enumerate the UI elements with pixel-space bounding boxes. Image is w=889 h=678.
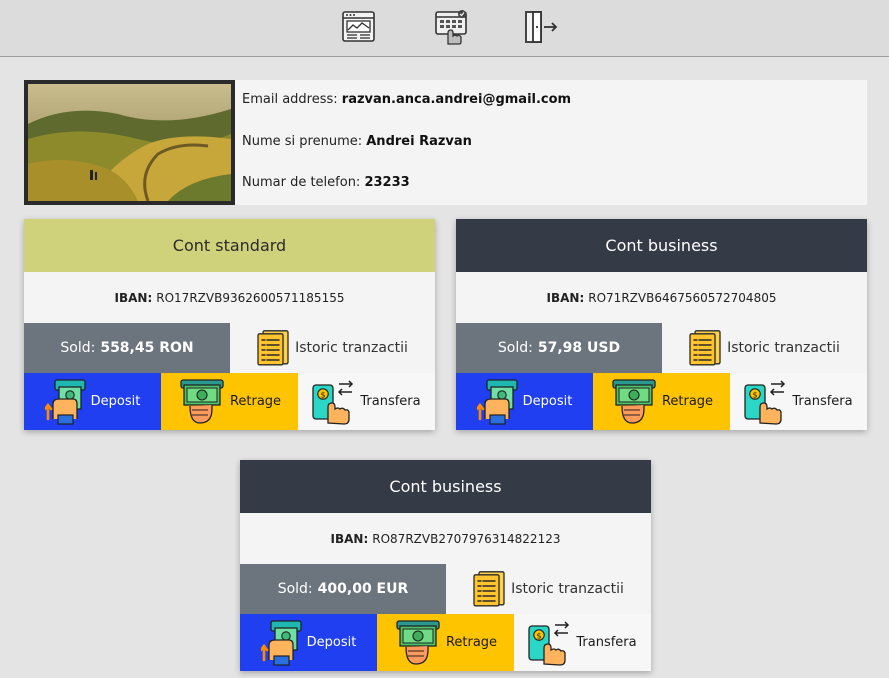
deposit-button[interactable]: Deposit (24, 373, 161, 430)
withdraw-cash-icon (394, 620, 442, 666)
phone-line: Numar de telefon: 23233 (242, 175, 410, 190)
transfer-money-icon (744, 379, 788, 425)
transaction-history-button[interactable]: Istoric tranzactii (230, 323, 435, 373)
account-card: Cont business IBAN: RO87RZVB270797631482… (240, 460, 651, 671)
transfer-label: Transfera (576, 635, 637, 650)
withdraw-button[interactable]: Retrage (377, 614, 514, 671)
deposit-label: Deposit (90, 394, 141, 409)
transfer-button[interactable]: Transfera (730, 373, 867, 430)
account-type-header: Cont business (240, 460, 651, 513)
transaction-history-button[interactable]: Istoric tranzactii (662, 323, 867, 373)
withdraw-label: Retrage (661, 394, 714, 409)
account-type-title: Cont standard (172, 236, 287, 255)
iban-row: IBAN: RO71RZVB6467560572704805 (456, 272, 867, 323)
iban-row: IBAN: RO87RZVB2707976314822123 (240, 513, 651, 564)
balance-value: 558,45 RON (100, 340, 194, 356)
balance-value: 400,00 EUR (317, 581, 409, 597)
account-type-header: Cont business (456, 219, 867, 272)
iban-label: IBAN: (330, 531, 369, 546)
iban-value: RO87RZVB2707976314822123 (372, 531, 561, 546)
email-line: Email address: razvan.anca.andrei@gmail.… (242, 92, 571, 107)
account-type-header: Cont standard (24, 219, 435, 272)
iban-row: IBAN: RO17RZVB9362600571185155 (24, 272, 435, 323)
balance-label: Sold: (277, 581, 313, 597)
name-value: Andrei Razvan (366, 134, 472, 149)
history-label: Istoric tranzactii (511, 581, 624, 597)
name-line: Nume si prenume: Andrei Razvan (242, 134, 472, 149)
balance-label: Sold: (497, 340, 533, 356)
transfer-button[interactable]: Transfera (514, 614, 651, 671)
iban-value: RO17RZVB9362600571185155 (156, 290, 345, 305)
document-list-icon (257, 330, 289, 366)
transfer-button[interactable]: Transfera (298, 373, 435, 430)
transfer-label: Transfera (360, 394, 421, 409)
iban-value: RO71RZVB6467560572704805 (588, 290, 777, 305)
payment-terminal-icon[interactable] (434, 9, 470, 45)
withdraw-button[interactable]: Retrage (593, 373, 730, 430)
dashboard-window-icon[interactable] (341, 9, 377, 45)
deposit-cash-icon (477, 379, 519, 425)
deposit-cash-icon (261, 620, 303, 666)
iban-label: IBAN: (114, 290, 153, 305)
balance-box: Sold: 400,00 EUR (240, 564, 446, 614)
iban-label: IBAN: (546, 290, 585, 305)
balance-box: Sold: 558,45 RON (24, 323, 230, 373)
balance-value: 57,98 USD (537, 340, 621, 356)
name-label: Nume si prenume: (242, 134, 363, 149)
document-list-icon (473, 571, 505, 607)
withdraw-button[interactable]: Retrage (161, 373, 298, 430)
transaction-history-button[interactable]: Istoric tranzactii (446, 564, 651, 614)
account-type-title: Cont business (389, 477, 502, 496)
history-label: Istoric tranzactii (295, 340, 408, 356)
deposit-button[interactable]: Deposit (456, 373, 593, 430)
withdraw-cash-icon (178, 379, 226, 425)
history-label: Istoric tranzactii (727, 340, 840, 356)
document-list-icon (689, 330, 721, 366)
profile-photo (24, 80, 235, 205)
balance-label: Sold: (60, 340, 96, 356)
top-toolbar (0, 0, 889, 57)
deposit-label: Deposit (306, 635, 357, 650)
transfer-money-icon (312, 379, 356, 425)
deposit-button[interactable]: Deposit (240, 614, 377, 671)
account-type-title: Cont business (605, 236, 718, 255)
withdraw-label: Retrage (445, 635, 498, 650)
account-card: Cont business IBAN: RO71RZVB646756057270… (456, 219, 867, 430)
email-value: razvan.anca.andrei@gmail.com (341, 92, 572, 107)
deposit-label: Deposit (522, 394, 573, 409)
withdraw-label: Retrage (229, 394, 282, 409)
balance-box: Sold: 57,98 USD (456, 323, 662, 373)
email-label: Email address: (242, 92, 338, 107)
withdraw-cash-icon (610, 379, 658, 425)
account-card: Cont standard IBAN: RO17RZVB936260057118… (24, 219, 435, 430)
phone-label: Numar de telefon: (242, 175, 361, 190)
transfer-money-icon (528, 620, 572, 666)
transfer-label: Transfera (792, 394, 853, 409)
profile-card: Email address: razvan.anca.andrei@gmail.… (24, 80, 867, 205)
phone-value: 23233 (364, 175, 410, 190)
logout-door-icon[interactable] (523, 9, 559, 45)
deposit-cash-icon (45, 379, 87, 425)
